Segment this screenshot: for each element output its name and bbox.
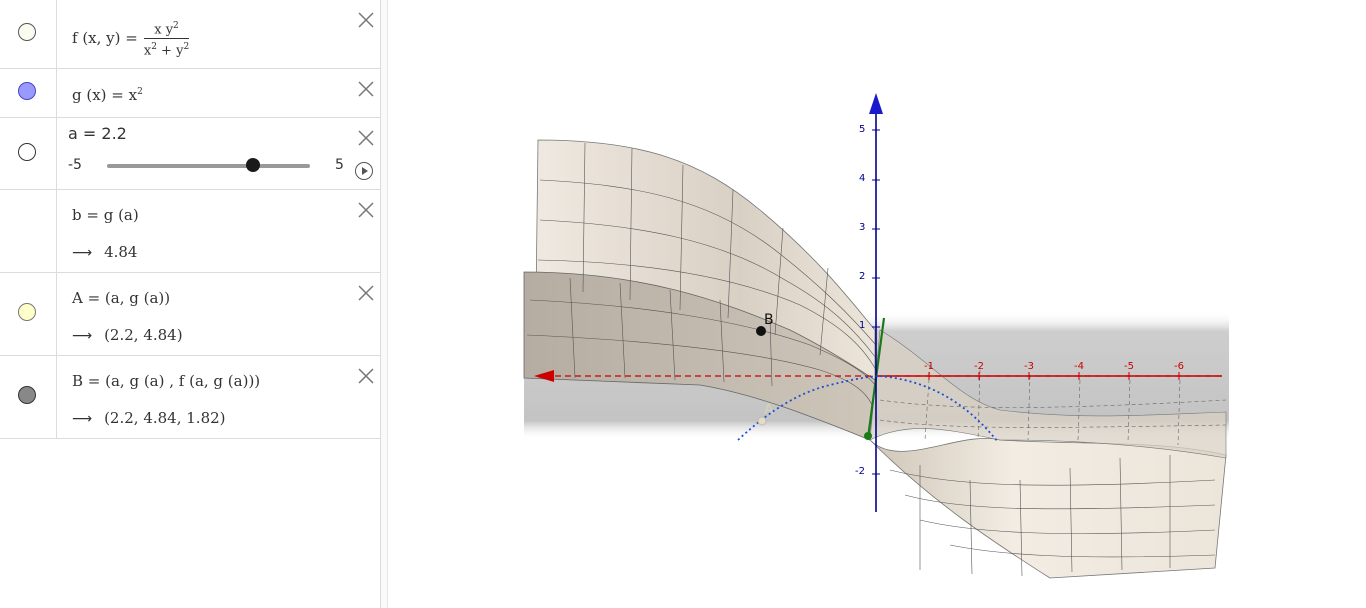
denominator-plus: + [156, 43, 177, 59]
x-tick-label: -6 [1174, 361, 1184, 372]
z-tick-label: 5 [859, 124, 865, 135]
z-tick-label: 1 [859, 320, 865, 331]
x-tick-label: -3 [1024, 361, 1034, 372]
numerator: x y [154, 22, 174, 38]
z-axis-arrow-icon [869, 93, 883, 114]
output-b: ⟶ 4.84 [72, 243, 137, 261]
z-tick-label: 2 [859, 271, 865, 282]
visibility-toggle-g[interactable] [18, 82, 36, 100]
point-A-label: A [764, 402, 774, 418]
z-tick-label: 4 [859, 173, 865, 184]
output-A-value: (2.2, 4.84) [104, 326, 183, 344]
visibility-toggle-A[interactable] [18, 303, 36, 321]
denominator-y-exponent: 2 [183, 42, 190, 53]
close-icon[interactable] [358, 285, 374, 301]
point-A[interactable] [757, 416, 767, 426]
algebra-view: f (x, y) = x y2 x2 + y2 g (x) = x2 a = 2.2… [0, 0, 381, 608]
output-arrow-icon: ⟶ [72, 245, 93, 261]
output-B-value: (2.2, 4.84, 1.82) [104, 409, 226, 427]
visibility-toggle-f[interactable] [18, 23, 36, 41]
definition-g-exponent: 2 [137, 87, 143, 97]
fraction: x y2 x2 + y2 [143, 18, 190, 60]
view-splitter[interactable] [381, 0, 388, 608]
surface-lower-sheet [869, 438, 1227, 579]
output-arrow-icon: ⟶ [72, 328, 93, 344]
slider-max: 5 [335, 157, 344, 173]
algebra-row-slider-a[interactable]: a = 2.2 -5 5 [0, 118, 380, 190]
z-tick-label: -2 [855, 466, 865, 477]
output-A: ⟶ (2.2, 4.84) [72, 326, 183, 344]
x-tick-label: -4 [1074, 361, 1084, 372]
algebra-row-B[interactable]: B = (a, g (a) , f (a, g (a))) ⟶ (2.2, 4.8… [0, 356, 380, 439]
algebra-row-g[interactable]: g (x) = x2 [0, 69, 380, 118]
x-tick-label: -1 [924, 361, 934, 372]
definition-f-lhs: f (x, y) = [72, 28, 138, 47]
visibility-cell [0, 69, 57, 117]
definition-A[interactable]: A = (a, g (a)) [72, 289, 170, 307]
close-icon[interactable] [358, 202, 374, 218]
slider-thumb[interactable] [246, 158, 261, 172]
definition-g-text: g (x) = x [72, 86, 138, 104]
output-arrow-icon: ⟶ [72, 411, 93, 427]
algebra-row-b[interactable]: b = g (a) ⟶ 4.84 [0, 190, 380, 273]
x-tick-label: -2 [974, 361, 984, 372]
graphics-3d-view[interactable]: -1 -2 -3 -4 -5 -6 5 4 3 2 1 -2 B A [388, 0, 1366, 608]
visibility-cell [0, 356, 57, 438]
algebra-row-f[interactable]: f (x, y) = x y2 x2 + y2 [0, 0, 380, 69]
point-B-label: B [764, 312, 774, 328]
definition-b[interactable]: b = g (a) [72, 206, 139, 224]
visibility-cell [0, 118, 57, 189]
output-B: ⟶ (2.2, 4.84, 1.82) [72, 409, 226, 427]
visibility-cell [0, 190, 57, 272]
definition-B[interactable]: B = (a, g (a) , f (a, g (a))) [72, 372, 260, 390]
close-icon[interactable] [358, 130, 374, 146]
output-b-value: 4.84 [104, 243, 138, 261]
close-icon[interactable] [358, 12, 374, 28]
visibility-toggle-a[interactable] [18, 143, 36, 161]
close-icon[interactable] [358, 81, 374, 97]
definition-f[interactable]: f (x, y) = x y2 x2 + y2 [72, 18, 190, 60]
z-tick-label: 3 [859, 222, 865, 233]
visibility-toggle-B[interactable] [18, 386, 36, 404]
y-axis-end [864, 432, 872, 440]
play-animation-icon[interactable] [355, 162, 373, 180]
slider-label[interactable]: a = 2.2 [68, 124, 127, 143]
x-tick-label: -5 [1124, 361, 1134, 372]
algebra-row-A[interactable]: A = (a, g (a)) ⟶ (2.2, 4.84) [0, 273, 380, 356]
numerator-exponent: 2 [173, 21, 179, 31]
definition-g[interactable]: g (x) = x2 [72, 86, 143, 104]
close-icon[interactable] [358, 368, 374, 384]
slider-min: -5 [68, 157, 82, 173]
visibility-cell [0, 0, 57, 68]
slider-track[interactable] [107, 164, 310, 168]
visibility-cell [0, 273, 57, 355]
